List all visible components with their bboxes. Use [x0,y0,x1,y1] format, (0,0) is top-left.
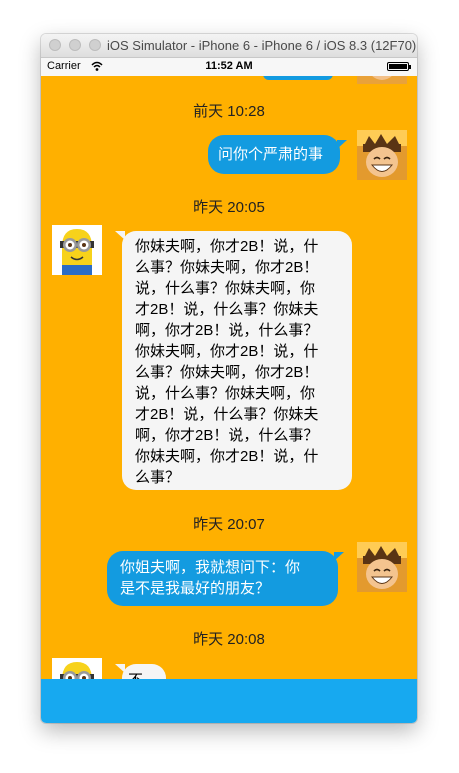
message-bubble-outgoing[interactable]: 问你个严肃的事 [208,135,340,174]
message-line: 说，什么事？你妹夫啊，你 [135,280,316,297]
message-text: 你妹夫啊，你才2B！说，什 么事？你妹夫啊，你才2B！ 说，什么事？你妹夫啊，你 才2… [135,236,340,488]
timestamp: 前天 10:28 [193,103,265,120]
message-line: 么事？你妹夫啊，你才2B！ [135,364,319,381]
message-text: 不帅 [128,672,143,679]
message-line: 么事？你妹夫啊，你才2B！ [135,259,319,276]
bubble-tail [337,140,347,149]
message-line: 你妹夫啊，你才2B！说，什 [135,238,319,255]
battery-icon [387,62,411,71]
ios-status-bar: Carrier 11:52 AM [41,58,417,76]
status-time: 11:52 AM [205,60,253,72]
chat-area[interactable]: 前天 10:28 问你个严肃的事 昨天 20:05 你妹夫啊，你才2B！说，什 … [41,76,417,679]
input-toolbar[interactable] [41,679,417,723]
minimize-window-button[interactable] [69,39,81,51]
luffy-avatar-icon[interactable] [357,130,407,180]
message-line: 说，什么事？你妹夫啊，你 [135,385,316,402]
close-window-button[interactable] [49,39,61,51]
message-text: 你姐夫啊，我就想问下：你 是不是我最好的朋友？ [120,557,328,599]
message-line: 啊，你才2B！说，什么事？ [135,322,319,339]
message-line: 你妹夫啊，你才2B！说，什 [135,448,319,465]
message-line: 才2B！说，什么事？你妹夫 [135,406,319,423]
message-text: 问你个严肃的事 [218,146,324,163]
zoom-window-button[interactable] [89,39,101,51]
message-bubble-incoming[interactable]: 你妹夫啊，你才2B！说，什 么事？你妹夫啊，你才2B！ 说，什么事？你妹夫啊，你 才2… [122,231,352,490]
message-line: 你妹夫啊，你才2B！说，什 [135,343,319,360]
message-line: 是不是我最好的朋友？ [120,580,271,597]
timestamp: 昨天 20:05 [193,199,265,216]
window-title: iOS Simulator - iPhone 6 - iPhone 6 / iO… [107,38,417,53]
timestamp: 昨天 20:07 [193,516,265,533]
minion-avatar-icon[interactable] [52,225,102,275]
minion-avatar-icon[interactable] [52,658,102,679]
timestamp: 昨天 20:08 [193,631,265,648]
simulator-window: iOS Simulator - iPhone 6 - iPhone 6 / iO… [41,34,417,723]
message-line: 么事？ [135,469,181,486]
luffy-avatar-icon[interactable] [357,542,407,592]
message-line: 你姐夫啊，我就想问下：你 [120,559,301,576]
message-bubble-incoming[interactable]: 不帅 [122,664,166,679]
message-line: 才2B！说，什么事？你妹夫 [135,301,319,318]
luffy-avatar-icon [357,76,407,84]
chat-bubble-partial [263,76,333,80]
bubble-tail [334,552,344,561]
window-titlebar: iOS Simulator - iPhone 6 - iPhone 6 / iO… [41,34,417,58]
message-bubble-outgoing[interactable]: 你姐夫啊，我就想问下：你 是不是我最好的朋友？ [107,551,338,606]
message-line: 啊，你才2B！说，什么事？ [135,427,319,444]
